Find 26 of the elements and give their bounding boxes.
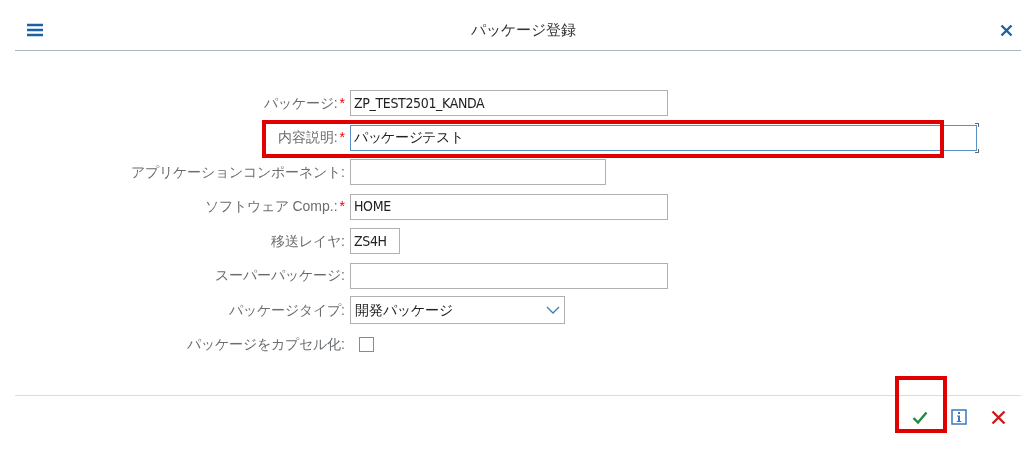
text-field[interactable]: HOME	[350, 193, 668, 220]
resize-handle-icon	[975, 148, 979, 153]
chevron-down-icon	[546, 306, 560, 315]
text-field[interactable]	[350, 159, 606, 186]
text-field[interactable]	[350, 262, 668, 289]
text-area[interactable]: パッケージテスト	[350, 124, 977, 151]
field-label: 内容説明:	[277, 128, 338, 148]
text-field[interactable]: ZS4H	[350, 228, 400, 255]
field-label: パッケージタイプ:	[229, 300, 345, 320]
dropdown-field[interactable]: 開発パッケージ	[350, 296, 565, 325]
required-mark: *	[339, 93, 345, 113]
dialog-title: パッケージ登録	[470, 19, 576, 40]
checkmark-icon	[912, 410, 928, 424]
field-label: 移送レイヤ:	[271, 231, 345, 251]
info-icon	[951, 409, 967, 425]
checkbox[interactable]	[359, 337, 374, 353]
resize-handle-icon	[975, 122, 979, 127]
field-label: ソフトウェア Comp.:	[204, 197, 338, 217]
field-label: パッケージ:	[263, 93, 338, 113]
field-label: スーパーパッケージ:	[215, 266, 345, 286]
field-label: アプリケーションコンポーネント:	[131, 162, 345, 182]
field-label: パッケージをカプセル化:	[187, 335, 345, 355]
required-mark: *	[339, 197, 345, 217]
text-field[interactable]: ZP_TEST2501_KANDA	[350, 90, 668, 117]
required-mark: *	[339, 128, 345, 148]
close-icon	[990, 409, 1006, 425]
